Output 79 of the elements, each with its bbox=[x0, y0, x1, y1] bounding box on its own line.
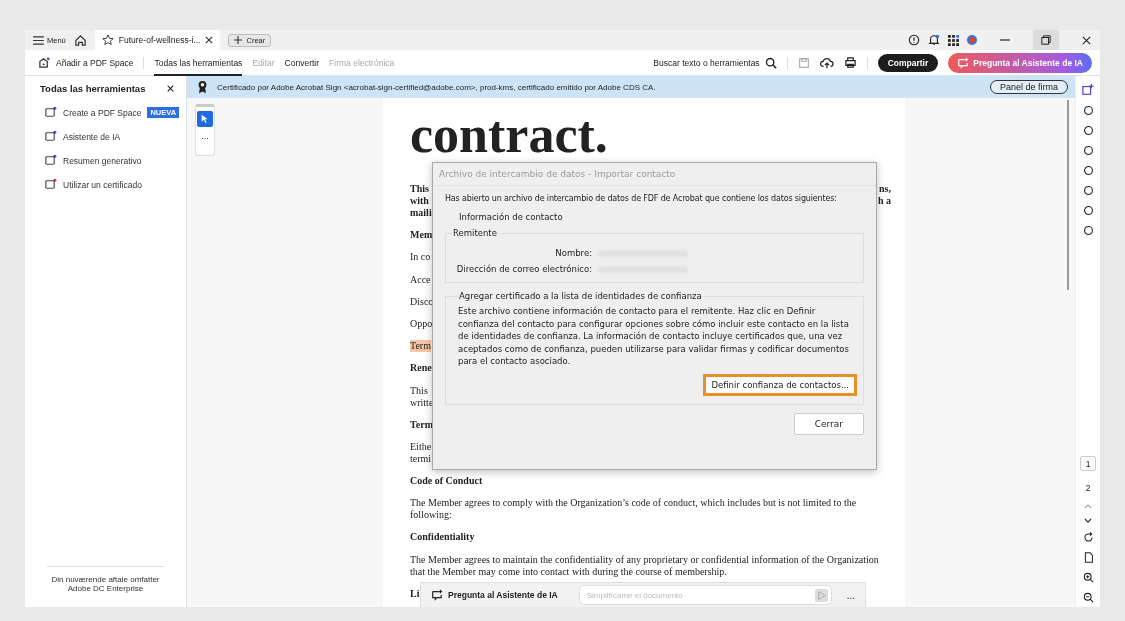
select-tool-button[interactable] bbox=[197, 111, 213, 127]
field-label: Nombre: bbox=[554, 248, 592, 258]
avatar[interactable] bbox=[967, 35, 977, 45]
close-button[interactable]: Cerrar bbox=[793, 412, 864, 435]
toolbar-tab[interactable]: Convertir bbox=[284, 49, 320, 76]
document-heading: maili bbox=[410, 207, 432, 219]
tool-item[interactable]: Resumen generativo bbox=[63, 155, 142, 166]
document-heading: Mem bbox=[410, 229, 433, 242]
chevron-down-icon[interactable] bbox=[1084, 518, 1092, 523]
certificate-text: Certificado por Adobe Acrobat Sign <acrobat-sign-certified@adobe.com>, prod-kms, certificado emitido por Adobe CDS CA. bbox=[217, 82, 656, 92]
document-heading: with bbox=[410, 195, 429, 207]
group-legend: Remitente bbox=[452, 228, 498, 238]
panel-title: Todas las herramientas bbox=[40, 83, 146, 94]
zoom-out-icon[interactable] bbox=[1082, 592, 1094, 603]
page-fit-icon[interactable] bbox=[1082, 552, 1094, 563]
document-text: ns, bbox=[879, 183, 891, 195]
document-heading: This bbox=[410, 183, 429, 195]
document-text: The Member agrees to maintain the confidentiality of any proprietary or confidential information of the Organization that the Member may come into contact with during the course of membership. bbox=[410, 553, 880, 578]
tool-item[interactable]: Utilizar un certificado bbox=[63, 179, 142, 190]
restore-icon bbox=[1041, 35, 1051, 45]
document-text: Acce bbox=[410, 273, 431, 286]
search-button[interactable]: Buscar texto o herramientas bbox=[653, 56, 777, 69]
apps-icon[interactable] bbox=[948, 34, 959, 46]
plan-note: Din nuværende aftale omfatter Adobe DC Enterprise bbox=[47, 566, 164, 593]
refresh-icon[interactable] bbox=[1082, 532, 1094, 543]
cloud-upload-icon[interactable] bbox=[819, 56, 834, 69]
signature-panel-button[interactable]: Panel de firma bbox=[989, 80, 1068, 94]
chevron-up-icon[interactable] bbox=[1084, 504, 1092, 509]
section-label: Información de contacto bbox=[459, 212, 564, 222]
close-icon[interactable] bbox=[167, 85, 174, 92]
search-icon bbox=[764, 56, 777, 69]
bell-icon[interactable] bbox=[928, 34, 940, 46]
print-icon[interactable] bbox=[843, 56, 857, 69]
document-text: Eithe bbox=[410, 440, 432, 453]
document-text: termi bbox=[410, 452, 432, 465]
zoom-in-icon[interactable] bbox=[1082, 572, 1094, 583]
home-icon[interactable] bbox=[73, 33, 87, 47]
document-title: contract. bbox=[410, 105, 609, 165]
document-heading: Code of Conduct bbox=[410, 475, 483, 488]
star-icon bbox=[101, 34, 114, 46]
share-button[interactable]: Compartir bbox=[877, 53, 939, 72]
scrollbar[interactable] bbox=[1067, 100, 1069, 290]
more-button[interactable]: ... bbox=[201, 132, 209, 140]
dialog-title: Archivo de intercambio de datos - Importar contacto bbox=[433, 163, 876, 186]
dialog-intro: Has abierto un archivo de intercambio de datos de FDF de Acrobat que contiene los datos siguientes: bbox=[445, 194, 838, 203]
plus-icon bbox=[234, 36, 243, 44]
document-heading: Confidentiality bbox=[410, 531, 475, 544]
add-to-space-button[interactable]: Añadir a PDF Space bbox=[38, 56, 134, 69]
document-text: In co bbox=[410, 251, 431, 264]
more-button[interactable]: ... bbox=[846, 589, 855, 601]
menu-icon bbox=[33, 35, 44, 45]
ai-assistant-button[interactable]: Pregunta al Asistente de IA bbox=[948, 52, 1092, 73]
trust-description: Este archivo contiene información de contacto para el remitente. Haz clic en Definir confianza del contacto para configurar opciones sobre cómo incluir este contacto en la lista de identidades de confianza. La información de contacto incluye certificados que, una vez aceptados como de confianza, pueden utilizarse para validar firmas y codificar documentos para el contacto asociado. bbox=[458, 305, 850, 368]
save-icon[interactable] bbox=[797, 56, 810, 69]
group-legend: Agregar certificado a la lista de identidades de confianza bbox=[458, 291, 703, 301]
document-heading: Term bbox=[410, 418, 433, 431]
restore-button[interactable] bbox=[1033, 30, 1059, 50]
tool-item[interactable]: Create a PDF Space bbox=[63, 107, 142, 118]
edit-icon[interactable] bbox=[1082, 84, 1094, 96]
document-text: This bbox=[410, 384, 428, 397]
document-text: h a bbox=[877, 195, 891, 207]
ribbon-icon bbox=[197, 80, 208, 94]
document-heading: Li bbox=[410, 587, 420, 600]
document-tab[interactable]: Future-of-wellness-i... bbox=[94, 30, 221, 50]
close-icon[interactable] bbox=[1081, 34, 1092, 46]
cursor-icon bbox=[200, 114, 210, 124]
close-icon[interactable] bbox=[205, 36, 214, 44]
help-icon[interactable] bbox=[908, 34, 920, 46]
document-text: Oppo bbox=[410, 317, 433, 330]
page-number[interactable]: 1 bbox=[1080, 456, 1096, 471]
document-text: Term bbox=[410, 340, 431, 353]
page-number[interactable]: 2 bbox=[1080, 480, 1096, 495]
tab-title: Future-of-wellness-i... bbox=[118, 35, 201, 45]
document-text: The Member agrees to comply with the Organization’s code of conduct, which includes but is not limited to the following: bbox=[410, 497, 858, 522]
set-contact-trust-button[interactable]: Definir confianza de contactos... bbox=[703, 373, 857, 396]
field-label: Dirección de correo electrónico: bbox=[455, 264, 592, 274]
ai-label: Pregunta al Asistente de IA bbox=[448, 590, 558, 600]
document-heading: Rene bbox=[410, 362, 432, 375]
tool-item[interactable]: Asistente de IA bbox=[63, 131, 121, 142]
